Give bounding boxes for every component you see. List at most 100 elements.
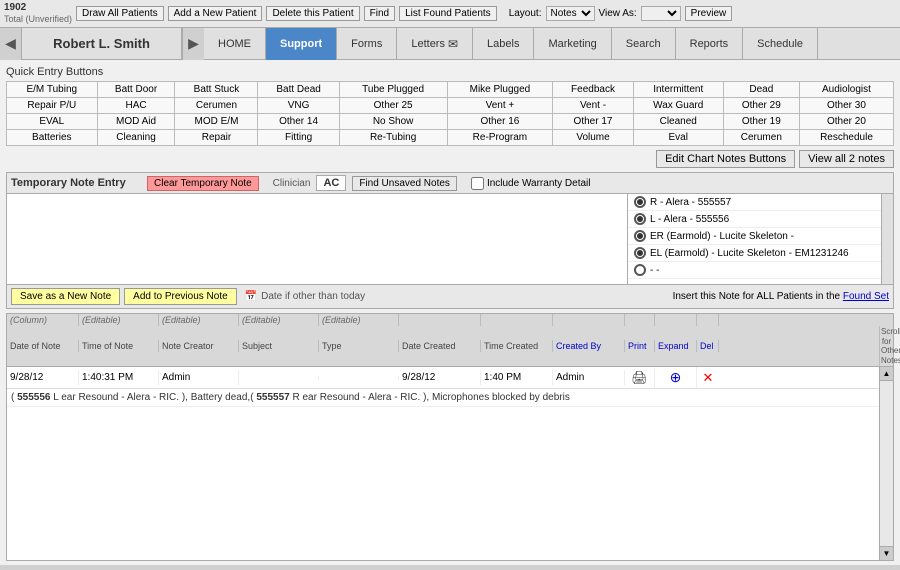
records-count: 1902 Total (Unverified): [4, 2, 72, 25]
quick-btn-3-4[interactable]: Re-Tubing: [339, 130, 447, 146]
warranty-checkbox[interactable]: [471, 177, 484, 190]
quick-btn-1-5[interactable]: Vent +: [447, 98, 553, 114]
printer-icon[interactable]: 🖨: [631, 370, 648, 386]
quick-btn-1-1[interactable]: HAC: [97, 98, 175, 114]
quick-btn-0-1[interactable]: Batt Door: [97, 82, 175, 98]
view-as-select[interactable]: [641, 6, 681, 21]
quick-btn-1-3[interactable]: VNG: [258, 98, 339, 114]
expand-icon[interactable]: ⊕: [670, 369, 682, 386]
dropdown-item-1[interactable]: L - Alera - 555556: [628, 211, 881, 228]
tab-search[interactable]: Search: [612, 28, 676, 60]
col-editability-row: (Column) (Editable) (Editable) (Editable…: [6, 313, 894, 326]
save-new-note-btn[interactable]: Save as a New Note: [11, 288, 120, 305]
quick-btn-3-2[interactable]: Repair: [175, 130, 258, 146]
radio-dot-1: [634, 213, 646, 225]
tab-reports[interactable]: Reports: [676, 28, 744, 60]
main-content: Quick Entry Buttons E/M TubingBatt DoorB…: [0, 60, 900, 565]
quick-btn-2-8[interactable]: Other 19: [723, 114, 799, 130]
quick-btn-0-4[interactable]: Tube Plugged: [339, 82, 447, 98]
tab-support[interactable]: Support: [266, 28, 337, 60]
quick-btn-3-9[interactable]: Reschedule: [799, 130, 893, 146]
find-btn[interactable]: Find: [364, 6, 395, 21]
dropdown-item-label-0: R - Alera - 555557: [650, 197, 731, 208]
quick-btn-2-9[interactable]: Other 20: [799, 114, 893, 130]
tab-marketing[interactable]: Marketing: [534, 28, 611, 60]
quick-btn-2-3[interactable]: Other 14: [258, 114, 339, 130]
tab-labels[interactable]: Labels: [473, 28, 534, 60]
dropdown-item-2[interactable]: ER (Earmold) - Lucite Skeleton -: [628, 228, 881, 245]
add-prev-note-btn[interactable]: Add to Previous Note: [124, 288, 237, 305]
col-lbl-createdby: Created By: [553, 340, 625, 352]
notes-scrollbar[interactable]: ▲ ▼: [879, 367, 893, 560]
quick-btn-3-8[interactable]: Cerumen: [723, 130, 799, 146]
edit-chart-notes-btn[interactable]: Edit Chart Notes Buttons: [656, 150, 795, 168]
layout-select[interactable]: Notes: [546, 6, 595, 21]
radio-dot-0: [634, 196, 646, 208]
add-new-patient-btn[interactable]: Add a New Patient: [168, 6, 263, 21]
quick-btn-1-0[interactable]: Repair P/U: [7, 98, 98, 114]
quick-btn-3-3[interactable]: Fitting: [258, 130, 339, 146]
view-all-notes-btn[interactable]: View all 2 notes: [799, 150, 894, 168]
quick-btn-0-2[interactable]: Batt Stuck: [175, 82, 258, 98]
quick-btn-2-6[interactable]: Other 17: [553, 114, 633, 130]
delete-icon[interactable]: ✕: [703, 370, 714, 386]
cell-expand[interactable]: ⊕: [655, 367, 697, 388]
quick-btn-0-5[interactable]: Mike Plugged: [447, 82, 553, 98]
quick-btn-1-7[interactable]: Wax Guard: [633, 98, 723, 114]
dropdown-item-label-2: ER (Earmold) - Lucite Skeleton -: [650, 231, 794, 242]
quick-btn-0-3[interactable]: Batt Dead: [258, 82, 339, 98]
nav-back[interactable]: ◀: [0, 28, 22, 60]
clinician-label: Clinician: [273, 178, 311, 189]
quick-btn-3-1[interactable]: Cleaning: [97, 130, 175, 146]
quick-btn-1-2[interactable]: Cerumen: [175, 98, 258, 114]
scrollbar-down[interactable]: ▼: [880, 546, 893, 560]
cell-print[interactable]: 🖨: [625, 368, 655, 388]
dropdown-item-3[interactable]: EL (Earmold) - Lucite Skeleton - EM12312…: [628, 245, 881, 262]
tab-schedule[interactable]: Schedule: [743, 28, 818, 60]
quick-btn-3-0[interactable]: Batteries: [7, 130, 98, 146]
draw-all-patients-btn[interactable]: Draw All Patients: [76, 6, 164, 21]
tab-home[interactable]: HOME: [204, 28, 266, 60]
temp-note-body: R - Alera - 555557 L - Alera - 555556 ER (…: [7, 194, 893, 284]
tab-forms[interactable]: Forms: [337, 28, 397, 60]
quick-btn-1-8[interactable]: Other 29: [723, 98, 799, 114]
quick-btn-2-7[interactable]: Cleaned: [633, 114, 723, 130]
device-dropdown-list: R - Alera - 555557 L - Alera - 555556 ER (…: [627, 194, 881, 284]
col-lbl-print: Print: [625, 340, 655, 352]
dropdown-item-4[interactable]: - -: [628, 262, 881, 279]
quick-btn-1-9[interactable]: Other 30: [799, 98, 893, 114]
quick-btn-0-8[interactable]: Dead: [723, 82, 799, 98]
found-set-link[interactable]: Found Set: [843, 291, 889, 302]
quick-btn-2-2[interactable]: MOD E/M: [175, 114, 258, 130]
clear-temp-note-btn[interactable]: Clear Temporary Note: [147, 176, 259, 191]
scroll-other-label: Scroll forOtherNotes: [879, 326, 893, 366]
delete-patient-btn[interactable]: Delete this Patient: [266, 6, 359, 21]
quick-btn-3-5[interactable]: Re-Program: [447, 130, 553, 146]
dropdown-item-0[interactable]: R - Alera - 555557: [628, 194, 881, 211]
tab-letters[interactable]: Letters ✉: [397, 28, 473, 60]
quick-btn-2-4[interactable]: No Show: [339, 114, 447, 130]
quick-btn-3-6[interactable]: Volume: [553, 130, 633, 146]
find-unsaved-notes-btn[interactable]: Find Unsaved Notes: [352, 176, 457, 191]
quick-btn-3-7[interactable]: Eval: [633, 130, 723, 146]
col-labels: Date of Note Time of Note Note Creator S…: [7, 340, 879, 352]
cell-creator: Admin: [159, 370, 239, 385]
note-num-left: 555556: [17, 392, 50, 403]
quick-btn-2-5[interactable]: Other 16: [447, 114, 553, 130]
quick-btn-1-6[interactable]: Vent -: [553, 98, 633, 114]
quick-btn-0-6[interactable]: Feedback: [553, 82, 633, 98]
quick-btn-1-4[interactable]: Other 25: [339, 98, 447, 114]
quick-btn-0-9[interactable]: Audiologist: [799, 82, 893, 98]
list-found-btn[interactable]: List Found Patients: [399, 6, 497, 21]
dropdown-scrollbar[interactable]: [881, 194, 893, 284]
temp-note-textarea[interactable]: [7, 194, 627, 284]
cell-delete[interactable]: ✕: [697, 368, 719, 388]
preview-btn[interactable]: Preview: [685, 6, 733, 21]
nav-forward[interactable]: ▶: [182, 28, 204, 60]
notes-area-wrapper: 9/28/12 1:40:31 PM Admin 9/28/12 1:40 PM…: [6, 366, 894, 561]
quick-btn-0-7[interactable]: Intermittent: [633, 82, 723, 98]
scrollbar-up[interactable]: ▲: [880, 367, 893, 381]
quick-btn-0-0[interactable]: E/M Tubing: [7, 82, 98, 98]
quick-btn-2-0[interactable]: EVAL: [7, 114, 98, 130]
quick-btn-2-1[interactable]: MOD Aid: [97, 114, 175, 130]
